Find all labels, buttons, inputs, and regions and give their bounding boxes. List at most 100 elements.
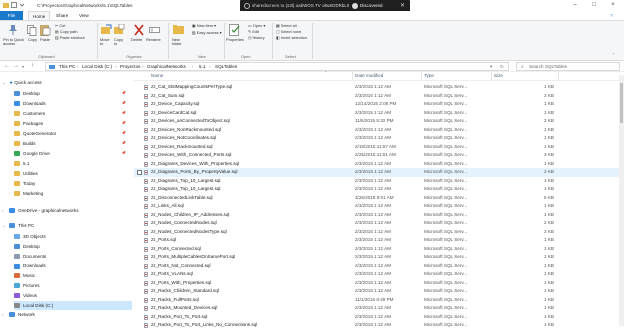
chevron-right-icon[interactable]: › [2,206,3,215]
nav-pc-item-videos[interactable]: Videos [14,291,132,300]
new-folder-icon[interactable] [173,24,185,35]
breadcrumb-5-1[interactable]: 5.1 [199,64,205,69]
nav-pc-item-local-disk-c-[interactable]: Local Disk (C:) [14,300,132,310]
history-button[interactable]: ◷ History [248,35,265,40]
column-divider[interactable] [421,72,422,80]
pin-icon[interactable]: 📌 [122,99,126,108]
delete-icon[interactable] [134,24,144,36]
nav-item-downloads[interactable]: Downloads 📌 [14,99,132,108]
pin-icon[interactable] [7,24,19,36]
column-name[interactable]: Name [151,73,163,78]
scrollbar-thumb[interactable] [620,83,623,123]
column-divider[interactable] [352,72,353,80]
paste-button[interactable]: Paste [40,37,50,42]
pin-icon[interactable]: 📌 [122,149,126,158]
nav-quick-access[interactable]: ⌄ ★ Quick access [2,78,42,87]
nav-pc-item-3d-objects[interactable]: 3D Objects [14,232,132,241]
nav-onedrive[interactable]: › OneDrive - graphicalnetworks [2,206,79,215]
search-input[interactable]: ⌕ Search SQLTables [516,62,620,71]
save-icon[interactable] [11,2,17,8]
copy-icon[interactable] [27,25,37,36]
edit-button[interactable]: ✎ Edit [248,29,259,34]
column-date-modified[interactable]: Date modified [355,73,383,78]
paste-shortcut-button[interactable]: ▥ Paste shortcut [55,35,85,40]
copy-button[interactable]: Copy [28,37,37,42]
nav-pc-item-documents[interactable]: Documents [14,252,132,261]
rename-button[interactable]: Rename [146,37,161,42]
delete-button[interactable]: Delete [131,37,142,42]
breadcrumb-sqltables[interactable]: SQLTables [215,64,237,69]
tab-view[interactable]: View [75,11,93,20]
close-button[interactable]: × [604,1,622,10]
collapse-ribbon-icon[interactable]: ⌃ [612,52,615,57]
refresh-icon[interactable]: ↻ [500,64,504,70]
chevron-down-icon[interactable]: ⌄ [2,78,5,87]
pin-icon[interactable]: 📌 [122,109,126,118]
tab-share[interactable]: Share [52,11,72,20]
pin-icon[interactable]: 📌 [122,129,126,138]
column-divider[interactable] [558,72,559,80]
copy-path-button[interactable]: ▤ Copy path [55,29,78,34]
nav-item-5-1[interactable]: 5.1 [14,159,132,168]
recent-locations-icon[interactable]: ▾ [22,64,24,69]
breadcrumb-chevron-icon[interactable]: › [192,64,194,69]
easy-access-button[interactable]: ▨ Easy access ▾ [192,30,222,35]
row-checkbox[interactable] [137,170,142,175]
nav-item-customers[interactable]: Customers 📌 [14,109,132,118]
address-field[interactable]: This PC › Local Disk (C:) › Proyectos › … [45,62,509,71]
minimize-button[interactable]: – [566,1,584,10]
up-icon[interactable]: ↑ [31,63,34,69]
back-icon[interactable]: ← [4,63,10,69]
nav-item-utilities[interactable]: Utilities [14,169,132,178]
nav-item-packages[interactable]: Packages 📌 [14,119,132,128]
nav-this-pc[interactable]: ⌄ This PC [2,221,34,230]
help-icon[interactable]: ? [606,11,617,20]
properties-button[interactable]: Properties [226,37,244,42]
breadcrumb-chevron-icon[interactable]: › [77,64,79,69]
column-size[interactable]: Size [494,73,503,78]
breadcrumb-local-disk[interactable]: Local Disk (C:) [82,64,112,69]
nav-network[interactable]: › Network [2,310,35,319]
copy-to-icon[interactable] [114,24,125,36]
select-none-button[interactable]: ▢ Select none [276,29,301,34]
breadcrumb-graphicalnetworks[interactable]: GraphicalNetworks [147,64,186,69]
vertical-scrollbar[interactable] [619,75,624,326]
tab-home[interactable]: Home [28,11,51,20]
paste-icon[interactable] [40,24,51,36]
quick-access-toolbar-chevron-icon[interactable] [19,2,25,8]
pin-quick-access-button[interactable]: Pin to Quick access [3,37,25,47]
cut-button[interactable]: ✂ Cut [55,23,65,28]
nav-item-builds[interactable]: Builds 📌 [14,139,132,148]
new-folder-button[interactable]: New folder [172,37,186,47]
file-row[interactable]: zz_Racks_Port_To_Port_Links_No_Connectio… [134,321,624,330]
copy-to-button[interactable]: Copy to [114,37,126,47]
pin-icon[interactable]: 📌 [122,89,126,98]
nav-pc-item-desktop[interactable]: Desktop [14,242,132,251]
new-item-button[interactable]: ▣ New item ▾ [192,23,216,28]
tab-file[interactable]: File [0,11,23,20]
column-divider[interactable] [491,72,492,80]
pin-icon[interactable]: 📌 [122,139,126,148]
nav-item-today[interactable]: Today [14,179,132,188]
nav-pc-item-pictures[interactable]: Pictures [14,281,132,290]
nav-pc-item-music[interactable]: Music [14,271,132,280]
nav-item-desktop[interactable]: Desktop 📌 [14,89,132,98]
open-button[interactable]: ▭ Open ▾ [248,23,265,28]
properties-icon[interactable] [229,24,241,36]
chevron-down-icon[interactable]: ⌄ [2,221,5,230]
forward-icon[interactable]: → [13,63,19,69]
column-type[interactable]: Type [424,73,434,78]
nav-item-marketing[interactable]: Marketing [14,189,132,198]
move-to-button[interactable]: Move to [100,37,112,47]
breadcrumb-proyectos[interactable]: Proyectos [120,64,140,69]
breadcrumb-chevron-icon[interactable]: › [209,64,211,69]
chevron-right-icon[interactable]: › [2,310,3,319]
breadcrumb-this-pc[interactable]: This PC [59,64,75,69]
nav-pc-item-downloads[interactable]: Downloads [14,261,132,270]
breadcrumb-chevron-icon[interactable]: › [142,64,144,69]
select-all-button[interactable]: ▦ Select all [276,23,297,28]
close-share-icon[interactable]: ✕ [400,2,405,9]
rename-icon[interactable] [149,25,160,35]
screen-share-stop-button[interactable]: Discovered [360,3,383,8]
nav-item-google-drive[interactable]: Google Drive 📌 [14,149,132,158]
